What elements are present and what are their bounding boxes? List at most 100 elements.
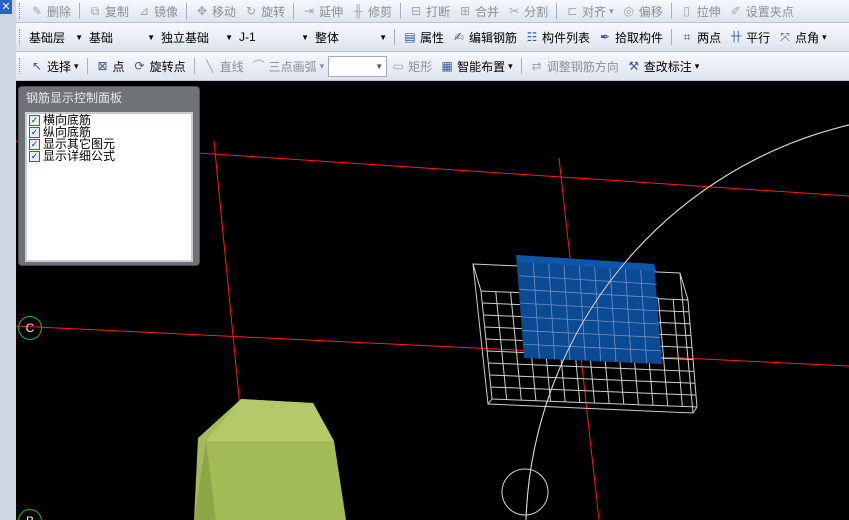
separator [556,3,558,19]
chevron-down-icon: ▼ [379,32,387,42]
extend-icon: ⇥ [304,4,315,18]
merge-label: 合并 [475,4,500,19]
cursor-icon: ↖ [31,59,43,73]
axis-label-c[interactable]: C [18,316,42,340]
rotate-button[interactable]: ↻ 旋转 [240,1,289,21]
chevron-down-icon[interactable]: ▾ [320,61,325,72]
floor-dropdown[interactable]: 基础层 ▼ [26,28,86,47]
checkbox[interactable]: ✓ [29,138,40,150]
panel-title: 钢筋显示控制面板 [26,91,123,105]
parallel-icon: 卄 [730,30,743,44]
three-point-arc-label: 三点画弧 [268,59,317,74]
list-icon: ☷ [526,30,538,44]
separator [671,29,673,45]
rectangle-button[interactable]: ▭ 矩形 [387,56,436,76]
axis-line-c [16,325,849,367]
edit-rebar-label: 编辑钢筋 [469,30,518,45]
separator [400,3,402,19]
offset-label: 偏移 [638,4,663,19]
select-label: 选择 [47,59,72,74]
copy-button[interactable]: ⧉ 复制 [84,1,133,21]
extend-button[interactable]: ⇥ 延伸 [298,1,347,21]
rotate-icon: ↻ [246,4,257,18]
panel-checkbox-item[interactable]: ✓ 显示详细公式 [27,150,191,162]
element-dropdown[interactable]: J-1 ▼ [236,28,312,47]
merge-button[interactable]: ⊞ 合并 [454,1,503,21]
set-grip-button[interactable]: ✐ 设置夹点 [725,1,798,21]
point-label: 点 [112,59,125,74]
separator [86,58,88,74]
unit-dropdown[interactable]: 整体 ▼ [312,28,390,47]
select-button[interactable]: ↖ 选择 ▾ [26,56,83,76]
point-angle-label: 点角 [795,30,820,45]
smart-layout-button[interactable]: ▦ 智能布置 ▾ [436,56,517,76]
properties-icon: ▤ [404,30,416,44]
toolbar-grip[interactable] [19,29,23,45]
point-angle-icon: ⤧ [780,30,790,44]
toolbar-grip[interactable] [19,58,23,74]
delete-button[interactable]: ✎ 删除 [26,1,75,21]
arc-icon: ⌒ [252,59,265,73]
rebar-display-control-panel: 钢筋显示控制面板 ✓ 横向底筋 ✓ 纵向底筋 ✓ 显示其它图元 ✓ 显示详细公式 [18,86,200,266]
chevron-down-icon[interactable]: ▾ [822,32,827,43]
category-dropdown[interactable]: 基础 ▼ [86,28,158,47]
rotate-label: 旋转 [261,4,286,19]
draw-toolbar: ↖ 选择 ▾ ⊠ 点 ⟳ 旋转点 ╲ 直线 ⌒ 三点画弧 ▾ ▼ ▭ 矩形 ▦ 智能布置 ▾ ⇄ 调整钢筋方向 ⚒ 查改标… [16,52,849,81]
toolbar-grip[interactable] [19,3,23,19]
checkbox[interactable]: ✓ [29,114,40,126]
two-points-button[interactable]: ⌗ 两点 [676,27,725,47]
point-angle-button[interactable]: ⤧ 点角 ▾ [774,27,831,47]
chevron-down-icon[interactable]: ▾ [74,61,79,72]
mirror-button[interactable]: ⊿ 镜像 [133,1,182,21]
three-point-arc-button[interactable]: ⌒ 三点画弧 ▾ [248,56,329,76]
properties-button[interactable]: ▤ 属性 [399,27,448,47]
edit-rebar-button[interactable]: ✍ 编辑钢筋 [448,27,521,47]
split-button[interactable]: ✂ 分割 [503,1,552,21]
align-button[interactable]: ⊏ 对齐 ▾ [561,1,618,21]
split-icon: ✂ [509,4,520,18]
trim-label: 修剪 [368,4,393,19]
trim-icon: ╫ [353,4,363,18]
chevron-down-icon[interactable]: ▾ [508,61,513,72]
properties-label: 属性 [420,30,445,45]
line-button[interactable]: ╲ 直线 [199,56,248,76]
parallel-label: 平行 [746,30,771,45]
chevron-down-icon[interactable]: ▾ [695,61,700,72]
break-button[interactable]: ⊟ 打断 [405,1,454,21]
close-icon[interactable]: ✕ [0,0,12,14]
adjust-rebar-direction-button[interactable]: ⇄ 调整钢筋方向 [526,56,623,76]
align-icon: ⊏ [567,4,578,18]
pick-component-button[interactable]: ✒ 拾取构件 [594,27,667,47]
arc-mode-combo[interactable]: ▼ [328,55,388,77]
parallel-button[interactable]: 卄平行 [725,27,774,47]
separator [186,3,188,19]
left-dock-strip: ✕ [0,0,17,520]
merge-icon: ⊞ [460,4,471,18]
rectangle-icon: ▭ [392,59,404,73]
copy-label: 复制 [105,4,130,19]
component-list-button[interactable]: ☷ 构件列表 [521,27,594,47]
check-annotation-icon: ⚒ [628,59,640,73]
extend-label: 延伸 [319,4,344,19]
check-annotation-button[interactable]: ⚒ 查改标注 ▾ [623,56,704,76]
chevron-down-icon[interactable]: ▾ [609,6,614,17]
trim-button[interactable]: ╫ 修剪 [347,1,396,21]
smart-layout-label: 智能布置 [457,59,506,74]
chevron-down-icon: ▼ [375,61,384,71]
checkbox[interactable]: ✓ [29,150,40,162]
grid-circle [501,468,549,516]
checkbox[interactable]: ✓ [29,126,40,138]
edit-rebar-icon: ✍ [453,30,465,44]
two-points-label: 两点 [697,30,722,45]
move-button[interactable]: ✥ 移动 [191,1,240,21]
align-label: 对齐 [582,4,607,19]
rotate-point-icon: ⟳ [134,59,145,73]
stretch-button[interactable]: ▯ 拉伸 [676,1,725,21]
stretch-label: 拉伸 [696,4,721,19]
type-dropdown[interactable]: 独立基础 ▼ [158,28,236,47]
rotate-point-button[interactable]: ⟳ 旋转点 [129,56,190,76]
separator [520,58,522,74]
chevron-down-icon: ▼ [75,32,83,42]
point-button[interactable]: ⊠ 点 [92,56,129,76]
offset-button[interactable]: ◎ 偏移 [618,1,667,21]
